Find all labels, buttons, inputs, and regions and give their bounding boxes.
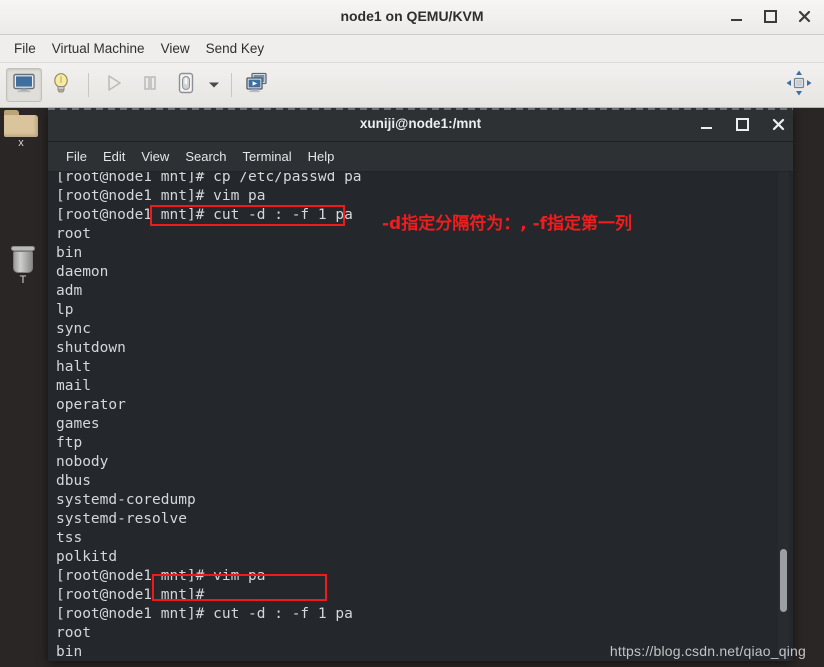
terminal-line: root <box>56 625 91 641</box>
terminal-line: adm <box>56 283 83 299</box>
terminal-line: tss <box>56 530 83 546</box>
fullscreen-icon <box>786 70 812 101</box>
terminal-line: [root@node1 mnt]# cp /etc/passwd pa <box>56 172 362 185</box>
vm-menu-bar: File Virtual Machine View Send Key <box>0 35 824 63</box>
guest-desktop: x T xuniji@node1:/mnt File Edit View Sea… <box>0 108 824 667</box>
minimize-icon[interactable] <box>728 9 744 25</box>
toolbar-separator-1 <box>88 73 89 97</box>
vm-window-title: node1 on QEMU/KVM <box>340 8 484 24</box>
run-button[interactable] <box>97 69 131 101</box>
terminal-menu-edit[interactable]: Edit <box>95 146 133 167</box>
terminal-maximize-icon[interactable] <box>735 117 749 131</box>
show-console-button[interactable] <box>6 68 42 102</box>
power-icon <box>176 72 196 99</box>
terminal-output[interactable]: [root@node1 mnt]# cp /etc/passwd pa [root… <box>56 172 771 661</box>
terminal-line: systemd-coredump <box>56 492 196 508</box>
snapshots-button[interactable] <box>240 69 274 101</box>
terminal-menu-view[interactable]: View <box>133 146 177 167</box>
folder-icon <box>4 110 38 137</box>
terminal-line: polkitd <box>56 549 118 565</box>
monitor-icon <box>13 73 35 98</box>
terminal-line: halt <box>56 359 91 375</box>
vm-window-controls <box>728 0 818 33</box>
terminal-line: [root@node1 mnt]# <box>56 587 205 603</box>
trash-desktop-icon[interactable]: T <box>2 246 44 286</box>
shutdown-menu-button[interactable] <box>205 69 223 101</box>
terminal-line: nobody <box>56 454 109 470</box>
show-details-button[interactable] <box>44 69 78 101</box>
terminal-menu-file[interactable]: File <box>58 146 95 167</box>
menu-file[interactable]: File <box>6 38 44 59</box>
terminal-scrollbar[interactable] <box>778 172 789 661</box>
terminal-menu-terminal[interactable]: Terminal <box>235 146 300 167</box>
terminal-scrollbar-thumb[interactable] <box>780 548 787 613</box>
toolbar-separator-2 <box>231 73 232 97</box>
virt-manager-window: node1 on QEMU/KVM File Virtual Machine V… <box>0 0 824 667</box>
terminal-line: lp <box>56 302 74 318</box>
close-icon[interactable] <box>796 9 812 25</box>
terminal-menu-help[interactable]: Help <box>300 146 343 167</box>
pause-button[interactable] <box>133 69 167 101</box>
home-folder-label: x <box>18 137 24 149</box>
trash-label: T <box>19 274 27 286</box>
terminal-line: systemd-resolve <box>56 511 187 527</box>
chevron-down-icon <box>208 76 220 94</box>
menu-virtual-machine[interactable]: Virtual Machine <box>44 38 153 59</box>
annotation-note: -d指定分隔符为：, -f指定第一列 <box>382 214 633 234</box>
lightbulb-icon <box>51 72 71 99</box>
terminal-line: [root@node1 mnt]# vim pa <box>56 568 266 584</box>
terminal-line: bin <box>56 245 83 261</box>
terminal-line: [root@node1 mnt]# vim pa <box>56 188 266 204</box>
terminal-menu-search[interactable]: Search <box>177 146 234 167</box>
maximize-icon[interactable] <box>762 9 778 25</box>
play-icon <box>104 73 124 98</box>
terminal-line: sync <box>56 321 91 337</box>
pause-icon <box>140 73 160 98</box>
terminal-window-title: xuniji@node1:/mnt <box>359 116 482 131</box>
terminal-line: ftp <box>56 435 83 451</box>
terminal-line: daemon <box>56 264 109 280</box>
shutdown-button[interactable] <box>169 69 203 101</box>
terminal-line: operator <box>56 397 126 413</box>
snapshots-icon <box>245 72 269 99</box>
terminal-title-bar: xuniji@node1:/mnt <box>48 108 793 142</box>
terminal-body[interactable]: [root@node1 mnt]# cp /etc/passwd pa [root… <box>48 172 793 661</box>
terminal-line: games <box>56 416 100 432</box>
vm-toolbar <box>0 63 824 108</box>
trash-can-icon <box>10 246 36 274</box>
terminal-window-controls <box>699 108 785 140</box>
terminal-close-icon[interactable] <box>771 117 785 131</box>
fullscreen-button[interactable] <box>782 69 816 101</box>
terminal-line: [root@node1 mnt]# cut -d : -f 1 pa <box>56 606 353 622</box>
gnome-terminal-window: xuniji@node1:/mnt File Edit View Search … <box>48 108 793 661</box>
home-folder-desktop-icon[interactable]: x <box>0 110 42 149</box>
watermark-url: https://blog.csdn.net/qiao_qing <box>609 643 806 659</box>
menu-view[interactable]: View <box>153 38 198 59</box>
terminal-menu-bar: File Edit View Search Terminal Help <box>48 142 793 172</box>
menu-send-key[interactable]: Send Key <box>198 38 273 59</box>
terminal-line: shutdown <box>56 340 126 356</box>
terminal-minimize-icon[interactable] <box>699 117 713 131</box>
terminal-line: mail <box>56 378 91 394</box>
terminal-line: dbus <box>56 473 91 489</box>
vm-title-bar: node1 on QEMU/KVM <box>0 0 824 35</box>
